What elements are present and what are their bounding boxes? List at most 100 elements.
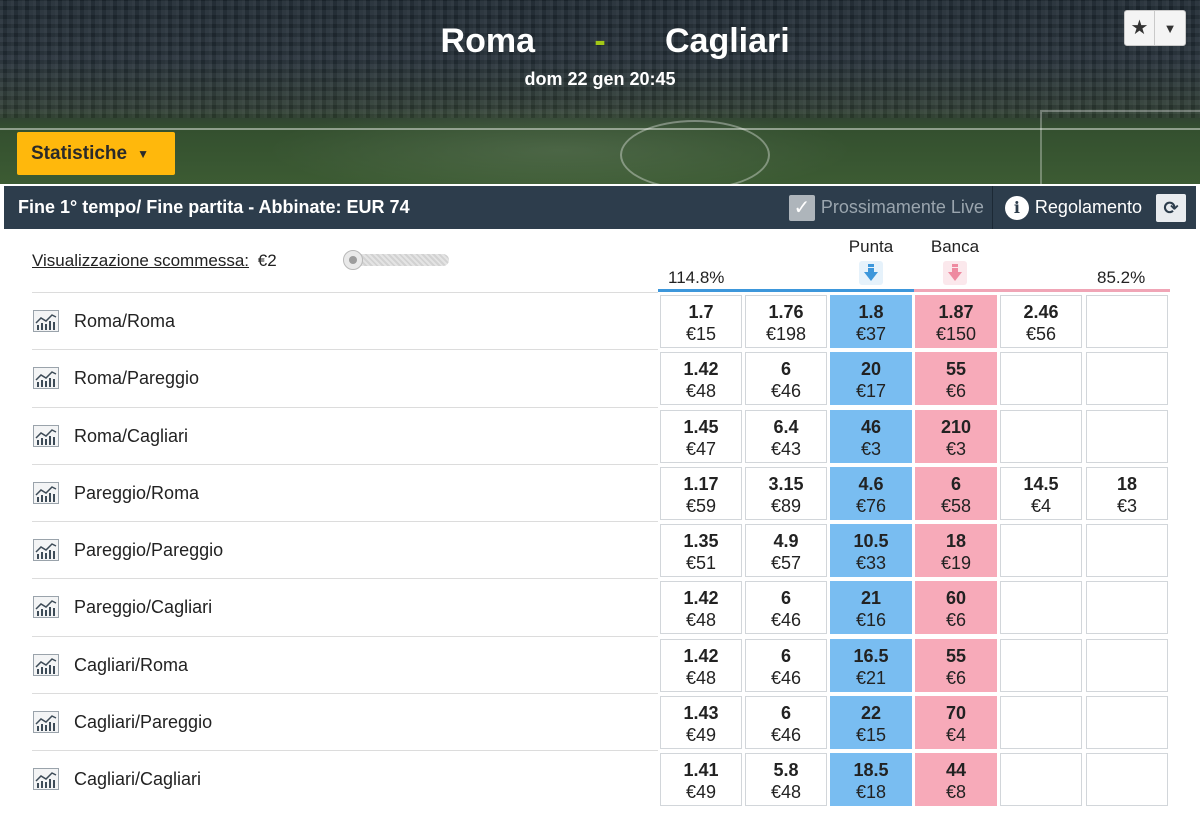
back-price-cell[interactable]: 1.45 €47	[660, 409, 742, 463]
arrow-down-blue-icon	[859, 261, 883, 285]
favorites-button[interactable]: ★ ▼	[1124, 10, 1186, 46]
stake-slider-handle[interactable]	[343, 250, 363, 270]
lay-price-cell[interactable]	[1000, 696, 1082, 750]
back-price-cell[interactable]: 1.42 €48	[660, 352, 742, 406]
lay-price-cell[interactable]	[1000, 352, 1082, 406]
back-price-cell[interactable]: 21 €16	[830, 581, 912, 635]
price-amount: €17	[855, 381, 887, 402]
back-price-cell[interactable]: 1.42 €48	[660, 638, 742, 692]
back-price-cell[interactable]: 6 €46	[745, 696, 827, 750]
lay-price-cell[interactable]	[1086, 295, 1168, 348]
chevron-down-icon[interactable]: ▼	[1155, 21, 1185, 36]
price-amount: €150	[935, 324, 977, 344]
market-chart-icon[interactable]	[33, 539, 59, 562]
lay-price-cell[interactable]	[1086, 581, 1168, 635]
price-odds: 2.46	[1023, 302, 1059, 322]
back-price-cell[interactable]: 20 €17	[830, 352, 912, 406]
back-price-cell[interactable]: 5.8 €48	[745, 753, 827, 807]
back-price-cell[interactable]: 4.6 €76	[830, 466, 912, 520]
market-chart-icon[interactable]	[33, 653, 59, 676]
back-price-cell[interactable]: 10.5 €33	[830, 524, 912, 578]
lay-price-cell[interactable]	[1000, 524, 1082, 578]
stake-display-value: €2	[257, 251, 277, 270]
lay-price-cell[interactable]: 60 €6	[915, 581, 997, 635]
back-price-cell[interactable]: 1.35 €51	[660, 524, 742, 578]
back-price-cell[interactable]: 3.15 €89	[745, 466, 827, 520]
price-odds: 6	[950, 473, 961, 494]
market-chart-icon[interactable]	[33, 596, 59, 619]
price-amount: €46	[770, 610, 802, 631]
lay-price-cell[interactable]	[1086, 753, 1168, 807]
price-amount: €46	[770, 725, 802, 746]
price-amount: €4	[945, 725, 967, 746]
back-price-cell[interactable]: 6 €46	[745, 581, 827, 635]
pitch-line	[0, 128, 1200, 130]
lay-price-cell[interactable]: 55 €6	[915, 638, 997, 692]
market-chart-icon[interactable]	[33, 711, 59, 734]
rules-link[interactable]: i Regolamento	[993, 186, 1156, 229]
lay-price-cell[interactable]: 1.87 €150	[915, 295, 997, 348]
coming-live-toggle[interactable]: ✓ Prossimamente Live	[788, 186, 992, 229]
row-divider	[32, 635, 658, 637]
lay-price-cell[interactable]: 6 €58	[915, 466, 997, 520]
lay-price-cell[interactable]	[1086, 638, 1168, 692]
refresh-button[interactable]: ⟳	[1156, 193, 1186, 222]
lay-price-cell[interactable]	[1086, 352, 1168, 406]
lay-price-cell[interactable]: 18 €3	[1086, 466, 1168, 520]
lay-price-cell[interactable]	[1000, 753, 1082, 807]
market-chart-icon[interactable]	[33, 481, 59, 504]
lay-price-cell[interactable]: 70 €4	[915, 696, 997, 750]
market-chart-icon[interactable]	[33, 424, 59, 447]
price-odds: 4.6	[858, 473, 884, 494]
back-price-cell[interactable]: 1.42 €48	[660, 581, 742, 635]
lay-price-cell[interactable]	[1000, 638, 1082, 692]
price-amount: €3	[860, 438, 882, 459]
lay-price-cell[interactable]	[1086, 696, 1168, 750]
runner-row: Cagliari/Cagliari 1.41 €49 5.8 €48 18.5 €18 44 €…	[0, 750, 1200, 807]
back-price-cell[interactable]: 16.5 €21	[830, 638, 912, 692]
back-price-cell[interactable]: 4.9 €57	[745, 524, 827, 578]
back-price-cell[interactable]: 1.7 €15	[660, 295, 742, 348]
lay-price-cell[interactable]	[1000, 581, 1082, 635]
statistics-dropdown-button[interactable]: Statistiche ▼	[17, 132, 175, 175]
star-icon[interactable]: ★	[1125, 11, 1155, 45]
price-amount: €16	[855, 610, 887, 631]
runner-row: Roma/Roma 1.7 €15 1.76 €198 1.8 €37 1.87 €150 2.4…	[0, 292, 1200, 349]
back-price-cell[interactable]: 1.76 €198	[745, 295, 827, 348]
stake-display-label[interactable]: Visualizzazione scommessa:	[32, 251, 249, 270]
price-odds: 1.42	[683, 359, 719, 380]
price-odds: 210	[940, 416, 972, 437]
back-price-cell[interactable]: 22 €15	[830, 696, 912, 750]
lay-price-cell[interactable]: 2.46 €56	[1000, 295, 1082, 348]
stake-slider[interactable]	[343, 250, 449, 270]
checkbox-checked-icon[interactable]: ✓	[788, 194, 815, 221]
price-odds: 18	[945, 531, 967, 552]
lay-price-cell[interactable]	[1086, 409, 1168, 463]
market-chart-icon[interactable]	[33, 367, 59, 390]
back-price-cell[interactable]: 1.8 €37	[830, 295, 912, 348]
back-price-cell[interactable]: 46 €3	[830, 409, 912, 463]
back-price-cell[interactable]: 6 €46	[745, 638, 827, 692]
back-price-cell[interactable]: 6 €46	[745, 352, 827, 406]
price-amount: €49	[685, 782, 717, 803]
market-chart-icon[interactable]	[33, 310, 59, 332]
price-odds: 1.45	[683, 416, 719, 437]
price-amount: €48	[685, 381, 717, 402]
lay-price-cell[interactable]: 14.5 €4	[1000, 466, 1082, 520]
lay-price-cell[interactable]	[1086, 524, 1168, 578]
lay-price-cell[interactable]: 18 €19	[915, 524, 997, 578]
market-chart-icon[interactable]	[33, 768, 59, 791]
back-price-cell[interactable]: 1.17 €59	[660, 466, 742, 520]
lay-price-cell[interactable]: 55 €6	[915, 352, 997, 406]
lay-price-cell[interactable]: 210 €3	[915, 409, 997, 463]
lay-price-cell[interactable]	[1000, 409, 1082, 463]
statistics-button-label: Statistiche	[31, 142, 128, 164]
teams-separator: -	[594, 22, 606, 60]
price-odds: 1.76	[768, 302, 804, 322]
back-price-cell[interactable]: 18.5 €18	[830, 753, 912, 807]
back-price-cell[interactable]: 1.43 €49	[660, 696, 742, 750]
lay-price-cell[interactable]: 44 €8	[915, 753, 997, 807]
price-odds: 14.5	[1023, 473, 1059, 494]
back-price-cell[interactable]: 6.4 €43	[745, 409, 827, 463]
back-price-cell[interactable]: 1.41 €49	[660, 753, 742, 807]
